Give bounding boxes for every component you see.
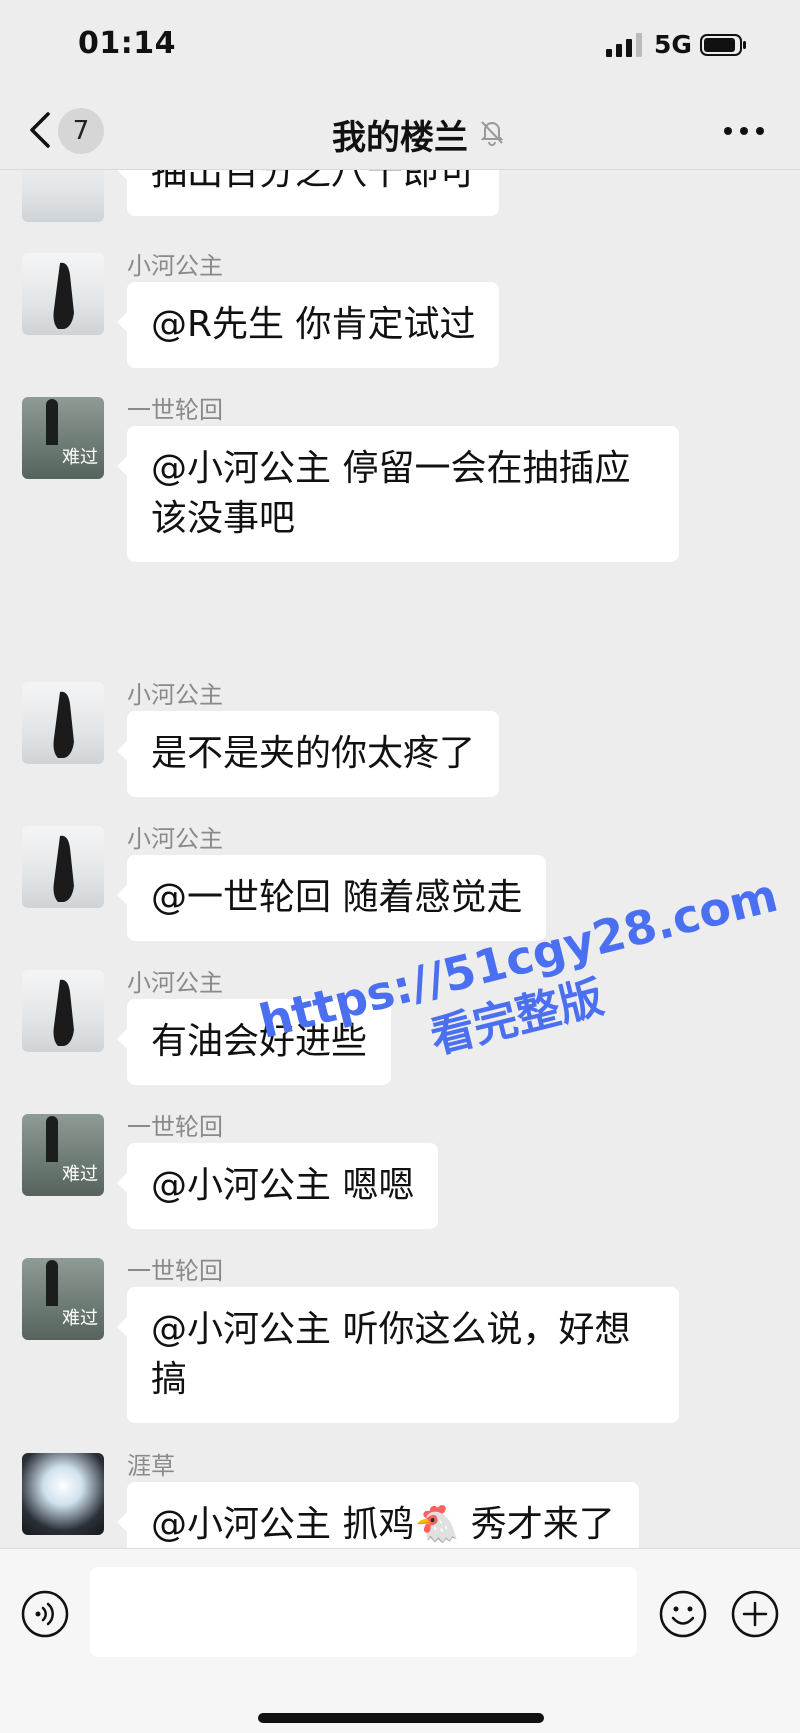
signal-icon: [606, 33, 642, 57]
voice-icon[interactable]: [20, 1589, 70, 1639]
sender-name: 小河公主: [127, 969, 223, 997]
sender-name: 一世轮回: [127, 1113, 223, 1141]
sender-name: 涯草: [127, 1452, 175, 1480]
sender-name: 小河公主: [127, 825, 223, 853]
sender-name: 一世轮回: [127, 396, 223, 424]
emoji-icon[interactable]: [658, 1589, 708, 1639]
message-bubble[interactable]: @小河公主 嗯嗯: [116, 1143, 439, 1229]
avatar[interactable]: [22, 170, 104, 222]
avatar[interactable]: [22, 682, 104, 764]
chat-title: 我的楼兰: [332, 118, 468, 158]
avatar[interactable]: 难过: [22, 1114, 104, 1196]
more-dots-icon[interactable]: [722, 116, 766, 146]
message-input[interactable]: [90, 1567, 637, 1657]
home-indicator[interactable]: [258, 1713, 544, 1723]
avatar-caption: 难过: [62, 1308, 98, 1329]
sender-name: 小河公主: [127, 252, 223, 280]
message-bubble[interactable]: 是不是夹的你太疼了: [116, 711, 500, 797]
avatar-caption: 难过: [62, 447, 98, 468]
sender-name: 小河公主: [127, 681, 223, 709]
message-bubble[interactable]: @小河公主 抓鸡🐔 秀才来了: [117, 1482, 639, 1548]
battery-icon: [700, 34, 746, 56]
avatar[interactable]: 难过: [22, 397, 104, 479]
message-bubble[interactable]: @小河公主 听你这么说，好想搞: [117, 1287, 679, 1423]
status-bar: 01:14 5G: [0, 0, 800, 92]
message-bubble[interactable]: @R先生 你肯定试过: [116, 282, 500, 368]
network-type: 5G: [654, 30, 692, 59]
mute-bell-icon: [480, 121, 504, 146]
message-bubble[interactable]: 有油会好进些: [116, 999, 392, 1085]
chat-header: 7 我的楼兰: [0, 92, 800, 170]
avatar[interactable]: 难过: [22, 1258, 104, 1340]
status-time: 01:14: [78, 26, 176, 61]
avatar-caption: 难过: [62, 1164, 98, 1185]
message-bubble[interactable]: @小河公主 停留一会在抽插应该没事吧: [117, 426, 679, 562]
chat-message-list[interactable]: 抽出百分之八十即可 小河公主 @R先生 你肯定试过 难过 一世轮回 @小河公主 …: [0, 170, 800, 1548]
message-bubble[interactable]: @一世轮回 随着感觉走: [116, 855, 547, 941]
plus-icon[interactable]: [730, 1589, 780, 1639]
sender-name: 一世轮回: [127, 1257, 223, 1285]
avatar[interactable]: [22, 970, 104, 1052]
avatar[interactable]: [22, 1453, 104, 1535]
avatar[interactable]: [22, 253, 104, 335]
message-bubble[interactable]: 抽出百分之八十即可: [116, 170, 500, 216]
avatar[interactable]: [22, 826, 104, 908]
input-bar: [0, 1548, 800, 1733]
